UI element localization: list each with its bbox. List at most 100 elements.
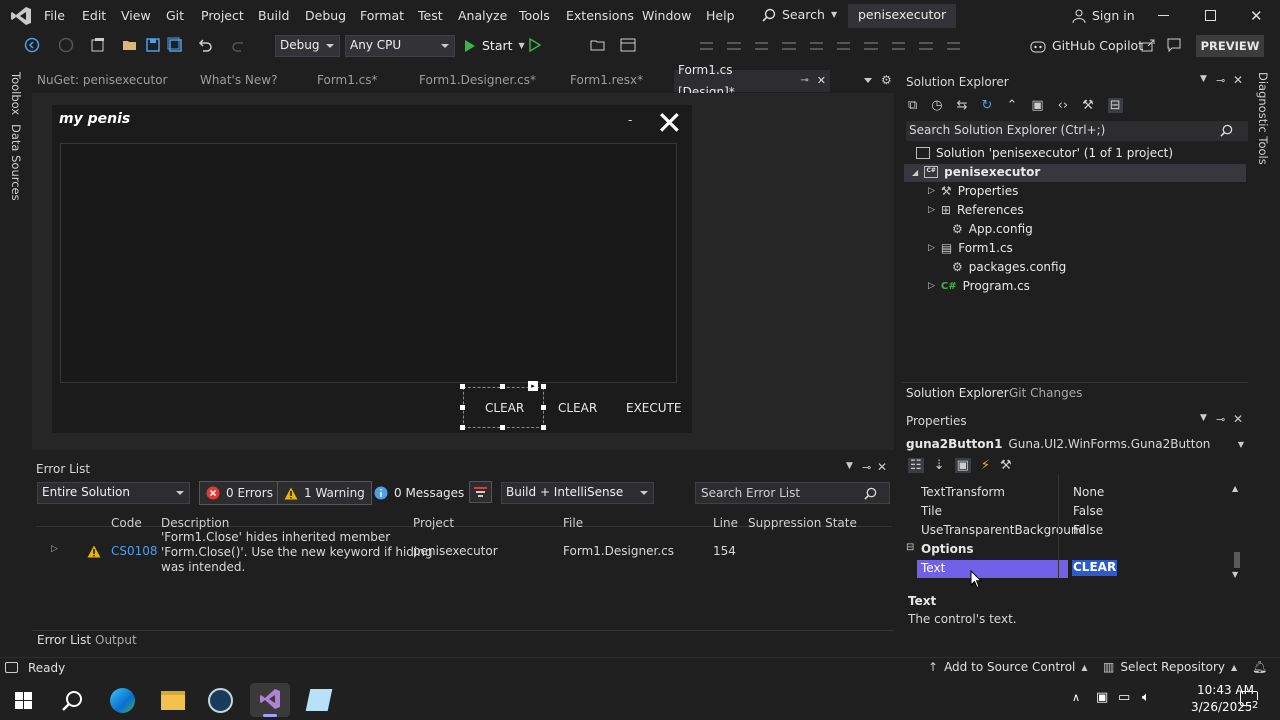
- tray-overflow-icon[interactable]: ∧: [1072, 691, 1080, 704]
- add-to-source-control-button[interactable]: ↑ Add to Source Control ▲: [928, 660, 1088, 674]
- collapse-icon[interactable]: ⌃: [1006, 98, 1017, 113]
- clear-button-2[interactable]: CLEAR: [558, 401, 597, 415]
- panel-menu-icon[interactable]: ▼: [1200, 74, 1207, 84]
- collapsed-arrow-icon[interactable]: ▷: [928, 186, 935, 196]
- filter-toggle-button[interactable]: [469, 481, 492, 503]
- property-scrollbar[interactable]: ▲ ▼: [1232, 484, 1242, 582]
- platform-select[interactable]: Any CPU: [345, 35, 455, 57]
- tab-output[interactable]: Output: [95, 633, 137, 647]
- errors-filter-button[interactable]: 0 Errors: [199, 481, 280, 505]
- close-panel-icon[interactable]: ✕: [1233, 412, 1243, 426]
- selection-handle[interactable]: [541, 425, 546, 430]
- error-scope-select[interactable]: Entire Solution: [37, 482, 190, 504]
- events-icon[interactable]: ⚡: [981, 458, 990, 473]
- restore-icon[interactable]: [1205, 10, 1216, 21]
- selection-handle[interactable]: [541, 405, 546, 410]
- close-tab-icon[interactable]: ✕: [817, 70, 826, 92]
- collapsed-arrow-icon[interactable]: ▷: [928, 205, 935, 215]
- selection-handle[interactable]: [500, 384, 505, 389]
- menu-file[interactable]: File: [44, 8, 65, 23]
- tree-item-app-config[interactable]: ⚙ App.config: [952, 222, 1033, 236]
- script-textbox[interactable]: [60, 143, 677, 383]
- tab-solution-explorer[interactable]: Solution Explorer: [906, 386, 1009, 400]
- menu-help[interactable]: Help: [706, 8, 735, 23]
- pin-icon[interactable]: ⊸: [1216, 74, 1225, 87]
- switch-views-icon[interactable]: ⧉: [908, 98, 917, 113]
- panel-menu-icon[interactable]: ▼: [846, 461, 853, 471]
- search-button[interactable]: Search ▼: [762, 7, 837, 22]
- tree-item-program[interactable]: ▷ C# Program.cs: [928, 279, 1030, 293]
- tab-git-changes[interactable]: Git Changes: [1009, 386, 1082, 400]
- close-panel-icon[interactable]: ✕: [1233, 73, 1243, 87]
- save-icon[interactable]: [145, 37, 161, 53]
- expanded-arrow-icon[interactable]: ◢: [912, 168, 918, 177]
- search-icon[interactable]: [864, 487, 877, 500]
- categorized-icon[interactable]: ☷: [908, 458, 924, 473]
- menu-edit[interactable]: Edit: [82, 8, 106, 23]
- code-icon[interactable]: ‹›: [1058, 98, 1068, 113]
- menu-test[interactable]: Test: [418, 8, 443, 23]
- select-repository-button[interactable]: ▥ Select Repository ▲: [1103, 660, 1237, 674]
- wrench-icon[interactable]: ⚒: [1082, 98, 1094, 113]
- diagnostic-tools-side-tab[interactable]: Diagnostic Tools: [1256, 72, 1270, 165]
- property-value[interactable]: False: [1073, 504, 1103, 518]
- collapse-category-icon[interactable]: ⊟: [906, 542, 914, 553]
- collapsed-arrow-icon[interactable]: ▷: [928, 243, 935, 253]
- collapsed-arrow-icon[interactable]: ▷: [928, 281, 935, 291]
- pin-icon[interactable]: ⊸: [1216, 413, 1225, 426]
- configuration-select[interactable]: Debug: [275, 35, 340, 57]
- show-all-files-icon[interactable]: ▣: [1031, 98, 1043, 113]
- folder-view-icon[interactable]: [590, 37, 606, 53]
- selection-handle[interactable]: [460, 405, 465, 410]
- expand-row-icon[interactable]: ▷: [51, 544, 58, 554]
- data-sources-side-tab[interactable]: Data Sources: [9, 124, 23, 201]
- preview-selected-icon[interactable]: ⊟: [1107, 98, 1123, 113]
- close-window-icon[interactable]: ✕: [1250, 7, 1263, 25]
- tab-error-list[interactable]: Error List: [37, 633, 91, 647]
- project-node[interactable]: ◢ C# penisexecutor: [912, 165, 1040, 179]
- sign-in-button[interactable]: Sign in: [1072, 8, 1135, 23]
- pin-icon[interactable]: ⊸: [862, 461, 871, 474]
- table-row[interactable]: ▷ CS0108 'Form1.Close' hides inherited m…: [36, 528, 892, 576]
- selection-handle[interactable]: [500, 425, 505, 430]
- start-button[interactable]: Start ▼: [464, 38, 525, 53]
- open-folder-icon[interactable]: [122, 37, 138, 53]
- solution-search-input[interactable]: Search Solution Explorer (Ctrl+;): [906, 121, 1248, 141]
- smart-tag-icon[interactable]: ▸: [528, 381, 538, 391]
- selected-property-row[interactable]: Text: [917, 560, 1068, 578]
- tab-form1-resx[interactable]: Form1.resx*: [570, 73, 643, 93]
- menu-build[interactable]: Build: [258, 8, 289, 23]
- status-output-icon[interactable]: [5, 662, 18, 673]
- tab-nuget[interactable]: NuGet: penisexecutor: [37, 73, 168, 93]
- menu-debug[interactable]: Debug: [305, 8, 346, 23]
- tree-item-form1[interactable]: ▷ ▤ Form1.cs: [928, 241, 1013, 255]
- feedback-icon[interactable]: [1166, 37, 1182, 53]
- visual-studio-logo-icon[interactable]: [10, 6, 32, 26]
- property-value[interactable]: None: [1073, 485, 1104, 499]
- menu-analyze[interactable]: Analyze: [458, 8, 507, 23]
- scroll-up-icon[interactable]: ▲: [1232, 484, 1238, 493]
- history-icon[interactable]: ◷: [931, 98, 942, 113]
- warnings-filter-button[interactable]: 1 Warning: [277, 481, 372, 505]
- object-selector[interactable]: guna2Button1 Guna.UI2.WinForms.Guna2Butt…: [906, 435, 1248, 453]
- notifications-bell-icon[interactable]: 🔔︎: [1252, 660, 1267, 674]
- menu-view[interactable]: View: [121, 8, 151, 23]
- menu-format[interactable]: Format: [360, 8, 404, 23]
- search-icon[interactable]: [62, 690, 84, 712]
- properties-view-icon[interactable]: ▣: [954, 458, 971, 473]
- property-pages-icon[interactable]: ⚒: [1000, 458, 1012, 473]
- gear-icon[interactable]: ⚙: [881, 73, 892, 87]
- tab-form1-designer[interactable]: Form1.Designer.cs*: [419, 73, 536, 93]
- alphabetical-icon[interactable]: ⇣: [934, 458, 945, 473]
- preview-badge[interactable]: PREVIEW: [1196, 35, 1264, 57]
- toolbox-side-tab[interactable]: Toolbox: [9, 72, 23, 115]
- menu-tools[interactable]: Tools: [519, 8, 550, 23]
- minimize-icon[interactable]: [1158, 15, 1169, 16]
- error-code-link[interactable]: CS0108: [111, 544, 158, 558]
- file-explorer-icon[interactable]: [161, 691, 185, 710]
- forward-icon[interactable]: [58, 37, 74, 53]
- tab-form1-cs[interactable]: Form1.cs*: [317, 73, 378, 93]
- form-minimize-button[interactable]: -: [628, 113, 632, 127]
- pin-icon[interactable]: ⊸: [800, 70, 808, 92]
- form-close-button[interactable]: ✕: [656, 104, 683, 142]
